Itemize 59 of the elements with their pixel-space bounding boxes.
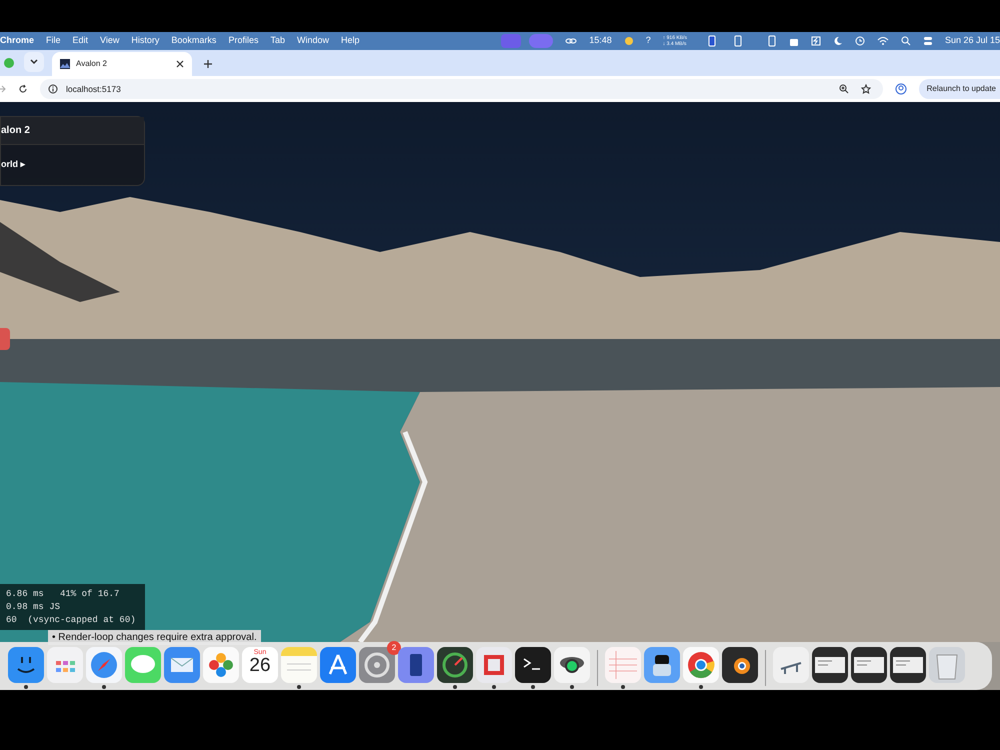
link-icon[interactable] — [565, 37, 578, 45]
forward-arrow-icon[interactable] — [0, 85, 6, 93]
profile-icon[interactable] — [894, 83, 907, 95]
wifi-icon[interactable] — [876, 36, 889, 46]
lightning-icon[interactable] — [810, 36, 821, 46]
camera-icon[interactable] — [554, 647, 590, 683]
face-icon[interactable] — [8, 647, 44, 683]
menu-item[interactable]: File — [46, 34, 61, 48]
blender-icon[interactable] — [722, 647, 758, 683]
reload-icon[interactable] — [18, 84, 28, 94]
world-menu-item[interactable]: orld ▸ — [1, 158, 26, 172]
close-icon[interactable] — [176, 60, 184, 68]
mountain-favicon-icon — [60, 59, 70, 69]
compass-icon[interactable] — [86, 647, 122, 683]
tab-list-button[interactable] — [24, 52, 44, 72]
chrome-icon[interactable] — [683, 647, 719, 683]
flower-icon[interactable] — [203, 647, 239, 683]
terminal-icon[interactable] — [515, 647, 551, 683]
zoom-in-icon[interactable] — [838, 84, 849, 94]
window-thumbnail-icon[interactable] — [890, 647, 926, 683]
window-thumbnail-icon[interactable] — [812, 647, 848, 683]
url-text: localhost:5173 — [66, 82, 122, 96]
envelope-icon[interactable] — [164, 647, 200, 683]
menu-date[interactable]: Sun 26 Jul 15 — [944, 34, 1000, 48]
relaunch-button[interactable]: Relaunch to update — [918, 79, 1000, 99]
address-field[interactable]: localhost:5173 — [40, 79, 883, 99]
sun-icon[interactable] — [624, 36, 634, 46]
tab-title: Avalon 2 — [76, 58, 108, 70]
menu-item[interactable]: Tab — [270, 34, 285, 48]
browser-tab[interactable]: Avalon 2 — [52, 52, 192, 76]
terrain-scene-drawing[interactable] — [0, 102, 1000, 690]
clock-text[interactable]: 15:48 — [589, 34, 612, 48]
gauge-icon[interactable] — [437, 647, 473, 683]
menu-app-name[interactable]: Chrome — [0, 34, 34, 48]
menu-item[interactable]: View — [100, 34, 120, 48]
stats-line: 6.86 ms 41% of 16.7 — [6, 588, 120, 600]
letter-a-icon[interactable] — [320, 647, 356, 683]
help-text[interactable]: ? — [646, 34, 651, 48]
phone-icon[interactable] — [398, 647, 434, 683]
moon-icon[interactable] — [832, 36, 843, 46]
chevron-down-icon — [30, 59, 38, 65]
star-icon[interactable] — [860, 84, 871, 94]
menu-item[interactable]: Window — [296, 34, 329, 48]
clock-icon[interactable] — [854, 36, 865, 46]
menu-item[interactable]: Help — [340, 34, 360, 48]
side-tab-handle[interactable] — [0, 328, 10, 350]
stats-line: 0.98 ms JS — [6, 600, 62, 614]
window-thumbnail-icon[interactable] — [851, 647, 887, 683]
info-icon[interactable] — [48, 84, 58, 94]
stats-line: 60 (vsync-capped at 60) — [6, 614, 137, 626]
cube-icon[interactable] — [476, 647, 512, 683]
plus-icon[interactable] — [204, 60, 212, 68]
menu-item[interactable]: Bookmarks — [171, 34, 216, 48]
menu-item[interactable]: Edit — [72, 34, 88, 48]
search-icon[interactable] — [900, 36, 911, 46]
control-center-icon[interactable] — [922, 36, 933, 46]
menu-item[interactable]: History — [131, 34, 160, 48]
panel-title: alon 2 — [1, 124, 30, 138]
menu-item[interactable]: Profiles — [228, 34, 258, 48]
